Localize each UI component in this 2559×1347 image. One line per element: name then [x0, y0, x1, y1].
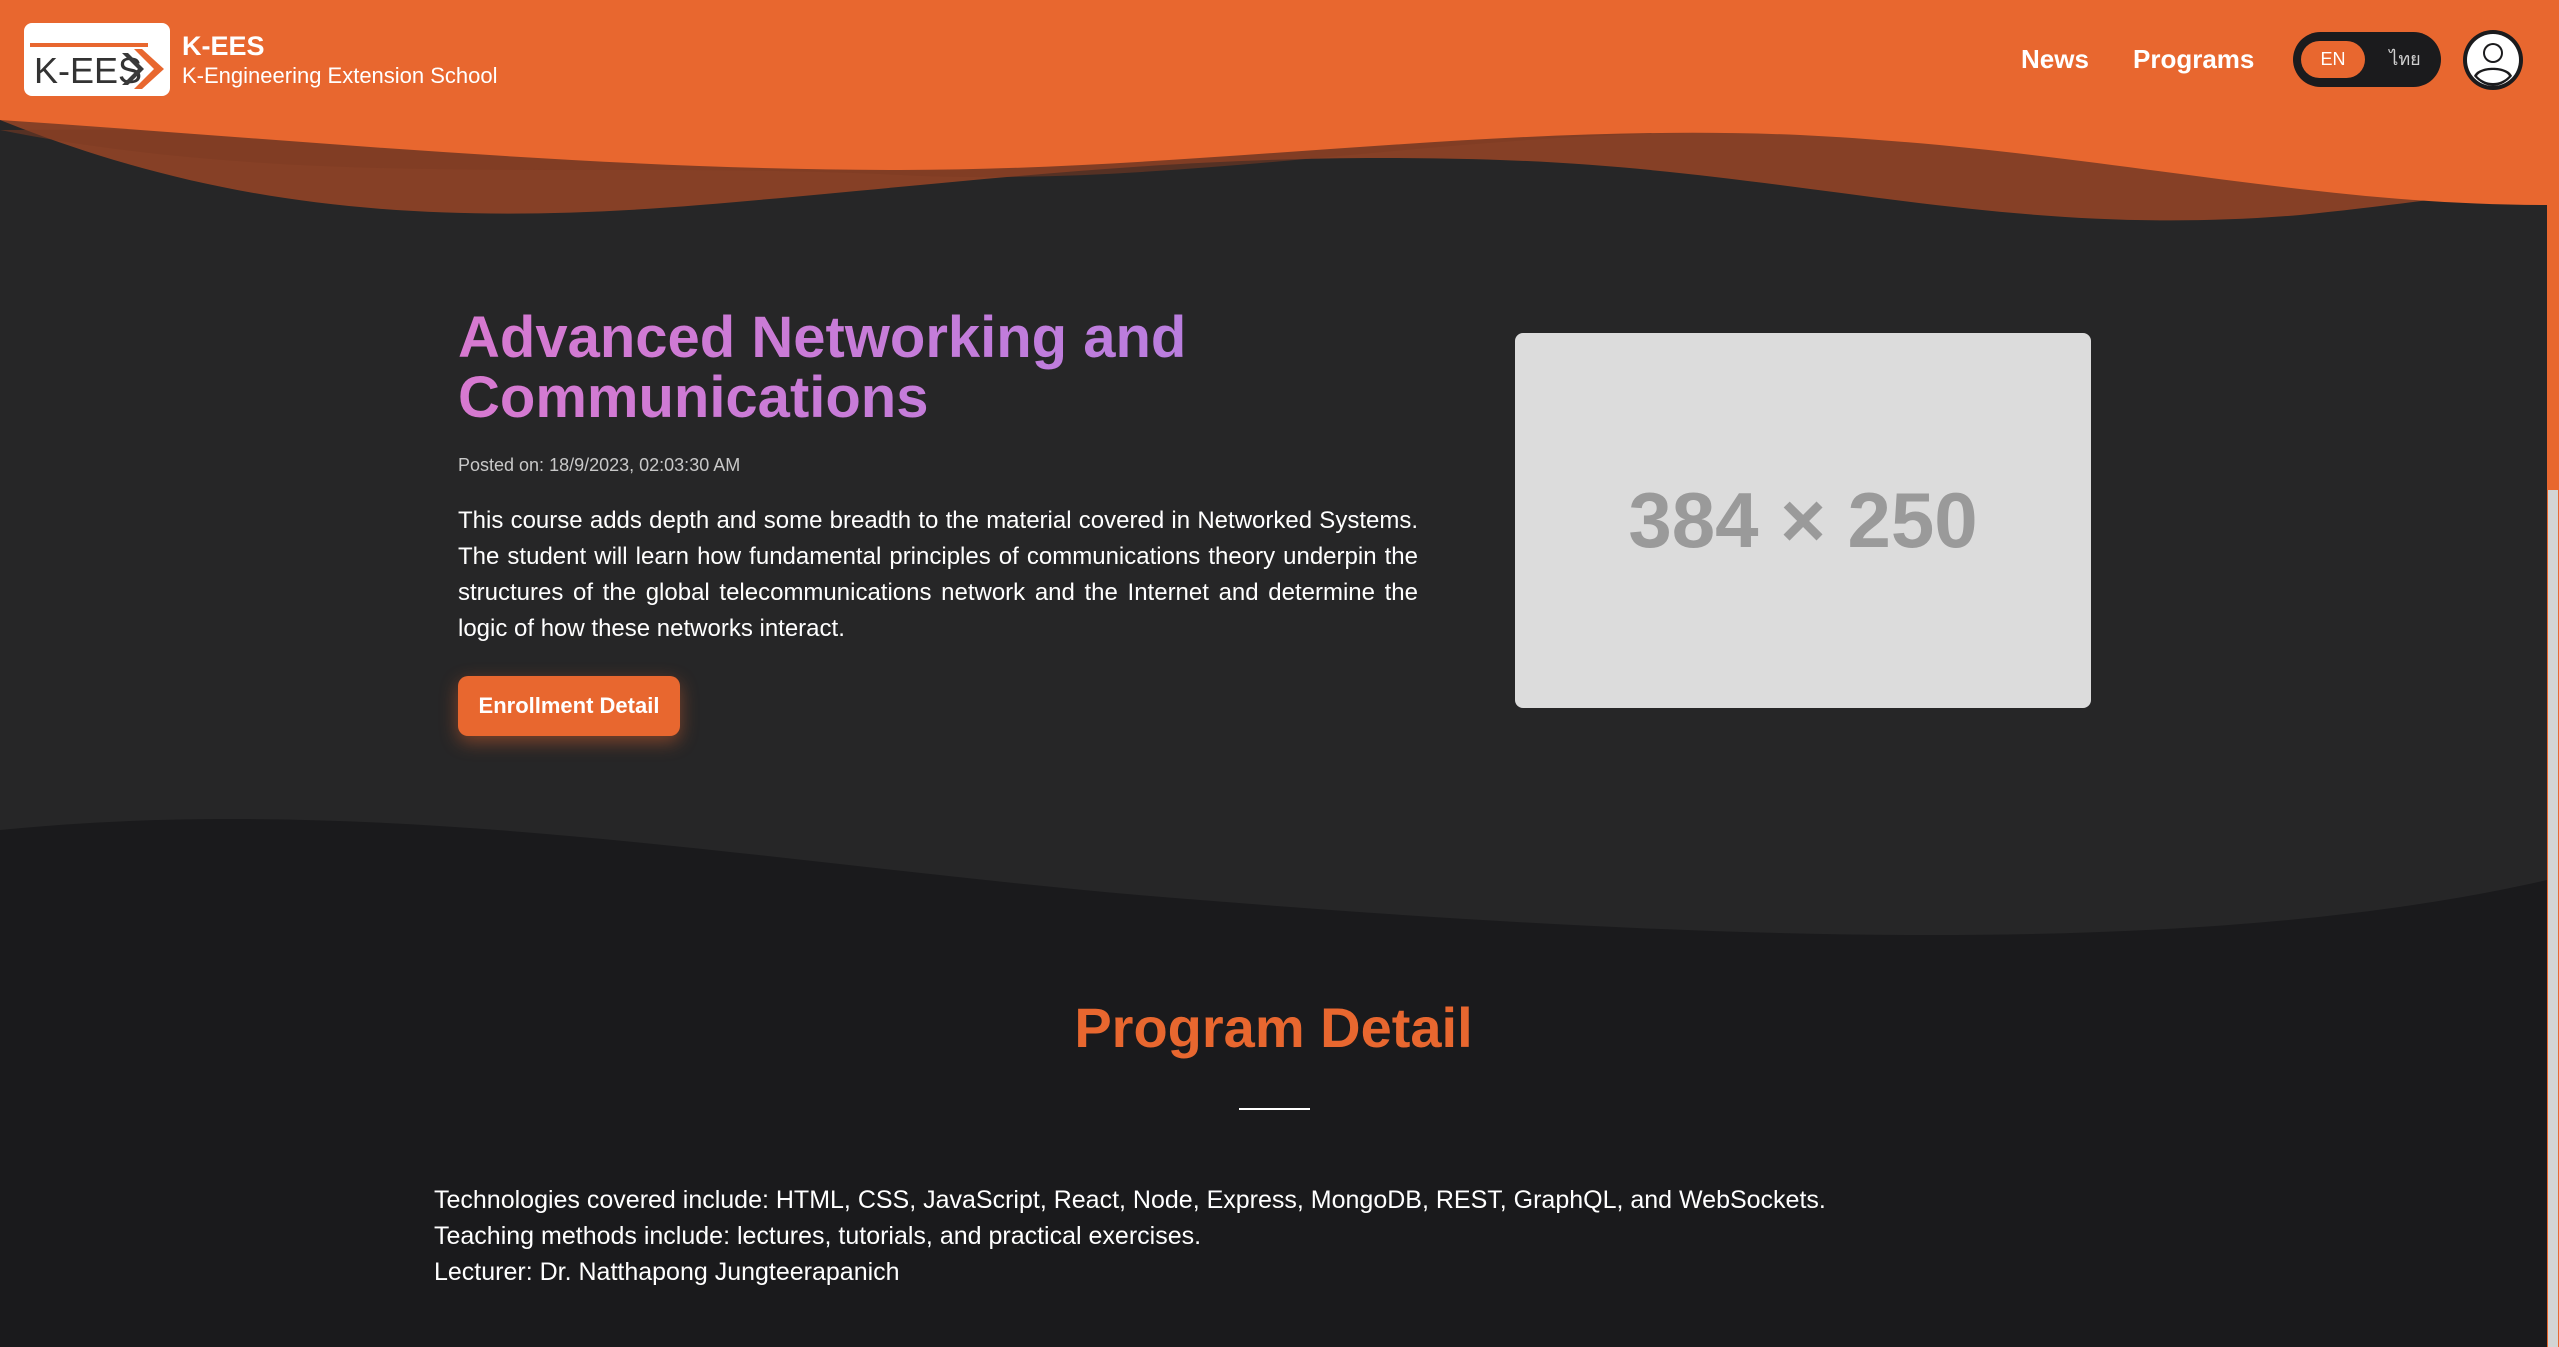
nav-programs[interactable]: Programs [2133, 44, 2254, 75]
program-image-placeholder: 384 × 250 [1515, 333, 2091, 708]
program-title: Advanced Networking and Communications [458, 308, 1258, 428]
nav-news[interactable]: News [2021, 44, 2089, 75]
posted-date: Posted on: 18/9/2023, 02:03:30 AM [458, 455, 741, 475]
user-account-button[interactable] [2463, 30, 2523, 90]
logo[interactable]: K-EES [24, 23, 170, 96]
detail-lecturer: Lecturer: Dr. Natthapong Jungteerapanich [434, 1258, 900, 1286]
image-placeholder-label: 384 × 250 [1628, 476, 1978, 564]
language-option-th[interactable]: ไทย [2377, 41, 2433, 78]
brand-name: K-EES [182, 31, 265, 61]
language-toggle[interactable]: EN ไทย [2293, 32, 2441, 87]
program-description: This course adds depth and some breadth … [458, 507, 1418, 642]
program-detail-heading: Program Detail [1074, 996, 1473, 1059]
detail-teaching-methods: Teaching methods include: lectures, tuto… [434, 1222, 1202, 1250]
logo-graphic: K-EES [30, 43, 164, 91]
page: K-EES K-EES K-Engineering Extension Scho… [0, 0, 2559, 1347]
program-detail-content: Technologies covered include: HTML, CSS,… [434, 1182, 1826, 1290]
user-icon [2467, 34, 2519, 86]
scrollbar-thumb[interactable] [2548, 490, 2558, 1347]
detail-technologies: Technologies covered include: HTML, CSS,… [434, 1186, 1826, 1214]
section-divider [1239, 1108, 1310, 1110]
brand-subtitle: K-Engineering Extension School [182, 63, 498, 88]
enrollment-detail-button[interactable]: Enrollment Detail [458, 676, 680, 736]
language-option-en[interactable]: EN [2301, 41, 2365, 78]
brand: K-EES K-Engineering Extension School [182, 30, 498, 90]
site-header: K-EES K-EES K-Engineering Extension Scho… [0, 0, 2547, 240]
